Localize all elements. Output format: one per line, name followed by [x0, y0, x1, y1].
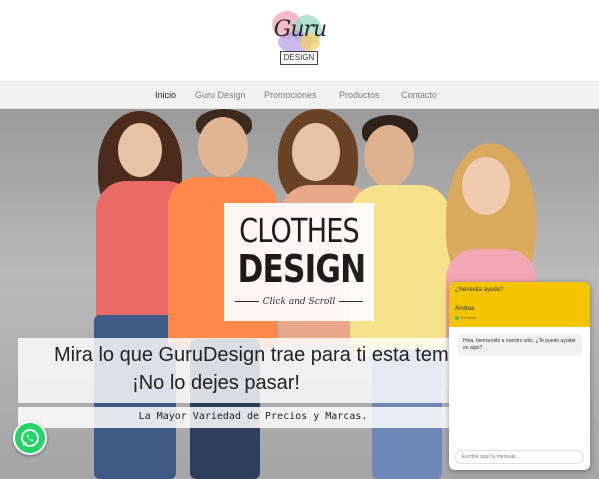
hero-title-line2: DESIGN — [237, 247, 367, 291]
site-header: Guru DESIGN — [0, 0, 599, 81]
chat-header[interactable]: ¿Necesita ayuda? Andrea En línea — [449, 282, 590, 327]
online-status-icon — [455, 315, 459, 320]
guru-design-logo[interactable]: Guru DESIGN — [266, 7, 330, 69]
hero-title-line1: CLOTHES — [239, 211, 360, 250]
nav-item-productos[interactable]: Productos — [339, 90, 380, 100]
whatsapp-icon — [21, 429, 39, 447]
promo-banner-line1: Mira lo que GuruDesign trae para ti esta… — [54, 344, 488, 366]
nav-item-contacto[interactable]: Contacto — [401, 90, 437, 100]
clothes-design-title-card: CLOTHES DESIGN Click and Scroll — [224, 203, 374, 321]
chat-header-title: ¿Necesita ayuda? — [455, 287, 504, 293]
whatsapp-button[interactable] — [13, 421, 47, 455]
chat-agent-name: Andrea — [455, 306, 475, 312]
nav-item-promociones[interactable]: Promociones — [264, 90, 317, 100]
chat-widget[interactable]: ¿Necesita ayuda? Andrea En línea Hola, b… — [449, 282, 590, 470]
nav-item-guru-design[interactable]: Guru Design — [195, 90, 246, 100]
main-nav: Inicio Guru Design Promociones Productos… — [0, 81, 599, 109]
promo-banner-line2: ¡No lo dejes pasar! — [132, 372, 300, 394]
hero-subtitle-text: Click and Scroll — [262, 297, 336, 307]
tagline-bar: La Mayor Variedad de Precios y Marcas. — [18, 407, 488, 428]
subtitle-rule-left — [234, 301, 259, 302]
promo-banner-text-wrap: Mira lo que GuruDesign trae para ti esta… — [18, 338, 488, 403]
hero-subtitle: Click and Scroll — [224, 297, 374, 307]
nav-item-inicio[interactable]: Inicio — [155, 90, 176, 100]
tagline-text: La Mayor Variedad de Precios y Marcas. — [138, 411, 368, 422]
logo-wordmark: Guru — [273, 17, 327, 42]
logo-subtext: DESIGN — [280, 51, 318, 65]
promo-banner: Mira lo que GuruDesign trae para ti esta… — [18, 338, 488, 403]
chat-message-input[interactable] — [455, 450, 584, 464]
subtitle-rule-right — [339, 301, 364, 302]
chat-agent-status: En línea — [455, 315, 476, 320]
chat-welcome-message: Hola, bienvenido a nuestro sitio, ¿Te pu… — [458, 334, 582, 356]
chat-agent-status-text: En línea — [461, 315, 476, 320]
